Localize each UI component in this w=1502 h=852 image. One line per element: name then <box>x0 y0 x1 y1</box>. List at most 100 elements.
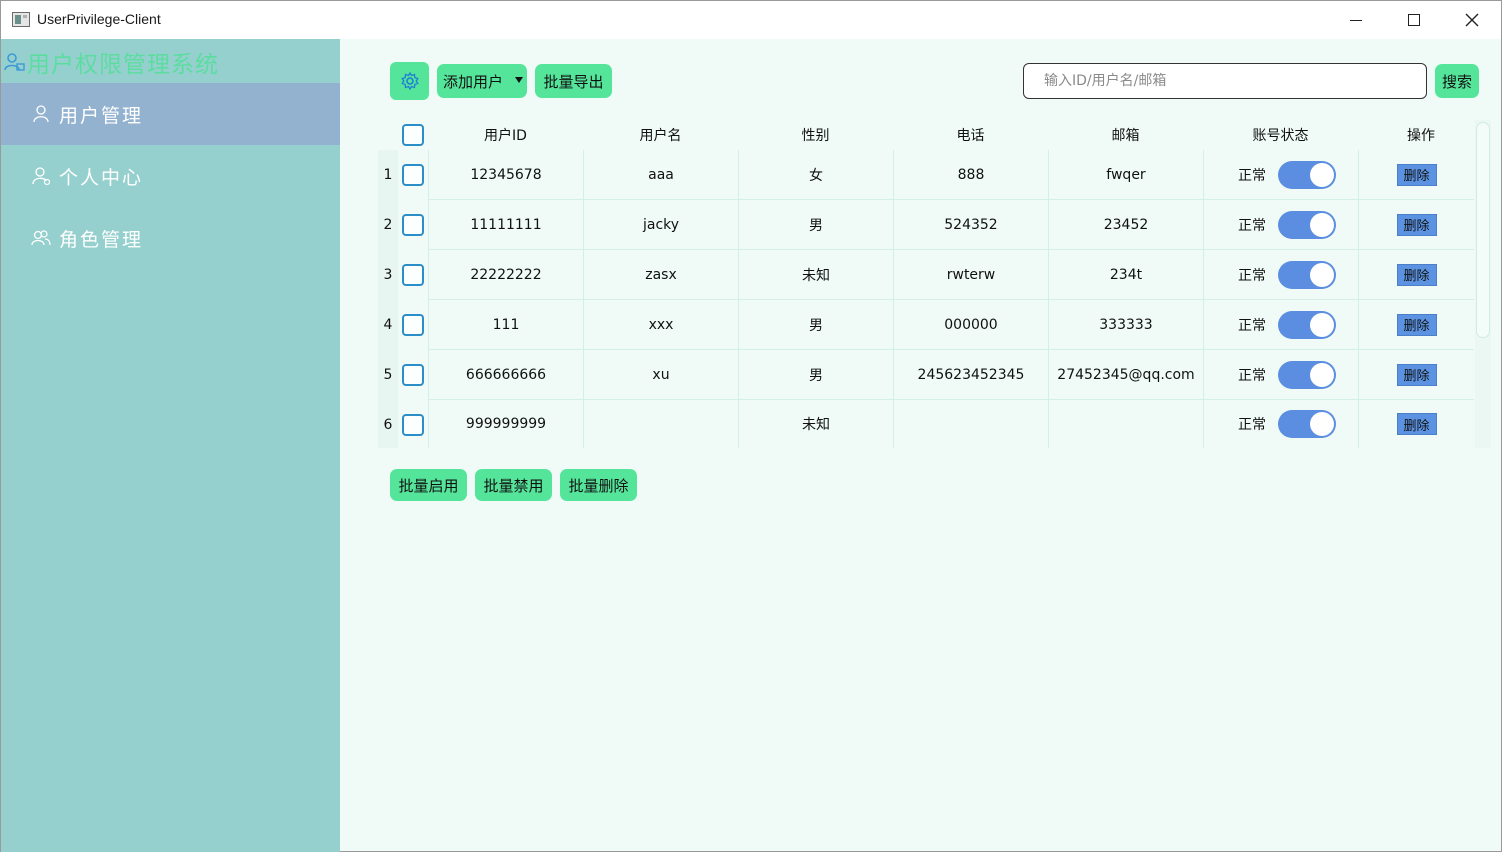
row-select-cell <box>398 300 428 350</box>
cell-phone: rwterw <box>893 250 1048 300</box>
toggle-knob <box>1310 262 1334 287</box>
cell-user-id: 22222222 <box>428 250 583 300</box>
search-button[interactable]: 搜索 <box>1435 64 1479 98</box>
cell-gender: 男 <box>738 200 893 250</box>
close-button[interactable] <box>1443 1 1501 39</box>
minimize-icon <box>1350 19 1362 21</box>
cell-email: 333333 <box>1048 300 1203 350</box>
delete-button[interactable]: 删除 <box>1396 363 1437 386</box>
row-number: 5 <box>383 367 393 383</box>
cell-user-id: 666666666 <box>428 350 583 400</box>
status-text: 正常 <box>1238 367 1266 384</box>
cell-phone: 888 <box>893 150 1048 200</box>
cell-username: aaa <box>583 150 738 200</box>
cell-status: 正常 <box>1203 150 1358 200</box>
cell-gender: 未知 <box>738 250 893 300</box>
row-checkbox[interactable] <box>402 314 424 336</box>
table-row: 1 12345678 aaa 女 888 fwqer 正常 删除 <box>378 150 1474 200</box>
delete-button[interactable]: 删除 <box>1396 413 1437 435</box>
select-all-checkbox[interactable] <box>402 124 424 146</box>
header-phone: 电话 <box>956 128 985 144</box>
window-title: UserPrivilege-Client <box>37 11 161 27</box>
close-icon <box>1465 13 1479 27</box>
brand: 用户权限管理系统 <box>1 45 219 79</box>
add-user-dropdown-button[interactable]: 添加用户 <box>437 64 527 98</box>
minimize-button[interactable] <box>1327 1 1385 39</box>
cell-user-id: 12345678 <box>428 150 583 200</box>
cell-gender: 女 <box>738 150 893 200</box>
user-icon <box>33 105 49 123</box>
cell-username: xxx <box>583 300 738 350</box>
table-row: 3 22222222 zasx 未知 rwterw 234t 正常 删除 <box>378 250 1474 300</box>
cell-actions: 删除 <box>1358 400 1474 448</box>
delete-button[interactable]: 删除 <box>1396 213 1437 236</box>
row-select-cell <box>398 350 428 400</box>
table-row: 5 666666666 xu 男 245623452345 27452345@q… <box>378 350 1474 400</box>
row-checkbox[interactable] <box>402 364 424 386</box>
batch-disable-button[interactable]: 批量禁用 <box>475 469 552 501</box>
cell-status: 正常 <box>1203 400 1358 448</box>
cell-actions: 删除 <box>1358 200 1474 250</box>
sidebar-item-role-management[interactable]: 角色管理 <box>1 207 340 269</box>
cell-email <box>1048 400 1203 448</box>
status-toggle[interactable] <box>1278 410 1336 438</box>
search-input[interactable] <box>1023 63 1427 99</box>
maximize-button[interactable] <box>1385 1 1443 39</box>
header-actions: 操作 <box>1407 128 1435 144</box>
settings-button[interactable] <box>390 62 429 100</box>
caret-down-icon <box>515 77 523 83</box>
row-checkbox[interactable] <box>402 264 424 286</box>
header-gender: 性别 <box>801 128 830 144</box>
row-number: 3 <box>383 267 393 283</box>
delete-button[interactable]: 删除 <box>1396 313 1437 336</box>
title-bar: UserPrivilege-Client <box>1 1 1501 39</box>
user-circle-icon <box>32 167 51 186</box>
cell-actions: 删除 <box>1358 300 1474 350</box>
sidebar-item-personal-center[interactable]: 个人中心 <box>1 145 340 207</box>
table-scrollbar-thumb[interactable] <box>1476 122 1490 338</box>
row-number: 1 <box>383 167 393 183</box>
sidebar-item-label: 角色管理 <box>59 228 144 251</box>
header-status: 账号状态 <box>1252 128 1309 144</box>
batch-export-button[interactable]: 批量导出 <box>535 64 612 98</box>
status-text: 正常 <box>1238 417 1266 433</box>
delete-button[interactable]: 删除 <box>1396 163 1437 186</box>
status-toggle[interactable] <box>1278 310 1336 339</box>
cell-status: 正常 <box>1203 350 1358 400</box>
row-select-cell <box>398 150 428 200</box>
sidebar: 用户权限管理系统 用户管理 个人中心 角色管理 <box>1 39 340 852</box>
sidebar-item-user-management[interactable]: 用户管理 <box>1 83 340 145</box>
cell-username: xu <box>583 350 738 400</box>
batch-enable-button[interactable]: 批量启用 <box>390 469 467 501</box>
add-user-label: 添加用户 <box>443 72 504 91</box>
user-table: 用户ID 用户名 性别 电话 邮箱 账号状态 操作 1 12345678 aaa… <box>378 120 1474 448</box>
cell-user-id: 999999999 <box>428 400 583 448</box>
cell-status: 正常 <box>1203 200 1358 250</box>
toggle-knob <box>1310 362 1334 387</box>
cell-actions: 删除 <box>1358 150 1474 200</box>
cell-phone: 245623452345 <box>893 350 1048 400</box>
cell-user-id: 111 <box>428 300 583 350</box>
cell-username <box>583 400 738 448</box>
status-text: 正常 <box>1238 267 1266 284</box>
row-checkbox[interactable] <box>402 214 424 236</box>
row-number: 2 <box>383 217 393 233</box>
select-all-cell <box>398 120 428 150</box>
status-toggle[interactable] <box>1278 360 1336 389</box>
row-checkbox[interactable] <box>402 164 424 186</box>
cell-phone: 524352 <box>893 200 1048 250</box>
row-checkbox[interactable] <box>402 414 424 436</box>
table-header: 用户ID 用户名 性别 电话 邮箱 账号状态 操作 <box>378 120 1474 150</box>
delete-button[interactable]: 删除 <box>1396 263 1437 286</box>
cell-gender: 未知 <box>738 400 893 448</box>
status-text: 正常 <box>1238 317 1266 334</box>
header-username: 用户名 <box>639 128 682 144</box>
cell-email: 27452345@qq.com <box>1048 350 1203 400</box>
status-toggle[interactable] <box>1278 260 1336 289</box>
status-toggle[interactable] <box>1278 160 1336 189</box>
batch-delete-button[interactable]: 批量删除 <box>560 469 637 501</box>
status-toggle[interactable] <box>1278 210 1336 239</box>
row-number: 4 <box>383 317 393 333</box>
cell-gender: 男 <box>738 350 893 400</box>
cell-status: 正常 <box>1203 300 1358 350</box>
